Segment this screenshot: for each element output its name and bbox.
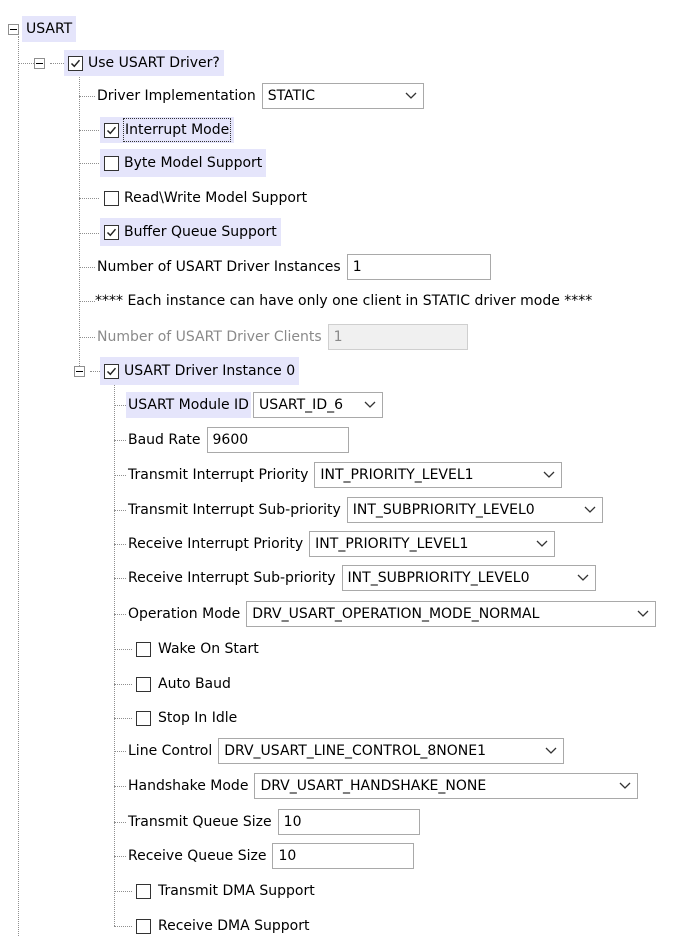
chevron-down-icon [405, 92, 417, 99]
chevron-down-icon [543, 471, 555, 478]
driver-implementation-select[interactable]: STATIC [261, 83, 424, 109]
collapse-use-driver-toggle[interactable] [34, 58, 45, 69]
checkmark-icon [106, 228, 117, 236]
rx-int-subpriority-label: Receive Interrupt Sub-priority [128, 570, 336, 586]
module-id-row: USART Module ID USART_ID_6 [126, 392, 383, 418]
baud-rate-row: Baud Rate 9600 [126, 427, 349, 453]
instance0-label: USART Driver Instance 0 [124, 363, 296, 379]
chevron-down-icon [619, 782, 631, 789]
operation-mode-row: Operation Mode DRV_USART_OPERATION_MODE_… [126, 601, 657, 627]
tree-node-instance0[interactable]: USART Driver Instance 0 [100, 357, 300, 385]
handshake-mode-select[interactable]: DRV_USART_HANDSHAKE_NONE [254, 773, 639, 799]
rx-queue-size-row: Receive Queue Size 10 [126, 843, 415, 869]
tree-node-interrupt-mode[interactable]: Interrupt Mode [100, 117, 235, 143]
checkmark-icon [106, 126, 117, 134]
line-control-row: Line Control DRV_USART_LINE_CONTROL_8NON… [126, 738, 565, 764]
tree-node-readwrite-model[interactable]: Read\Write Model Support [100, 185, 311, 211]
checkmark-icon [70, 59, 81, 67]
num-instances-label: Number of USART Driver Instances [97, 259, 341, 275]
rx-int-priority-row: Receive Interrupt Priority INT_PRIORITY_… [126, 531, 556, 557]
chevron-down-icon [637, 610, 649, 617]
chevron-down-icon [536, 540, 548, 547]
operation-mode-select[interactable]: DRV_USART_OPERATION_MODE_NORMAL [246, 601, 657, 627]
instance0-checkbox[interactable] [104, 363, 119, 379]
num-instances-input[interactable]: 1 [346, 254, 491, 280]
static-mode-note: **** Each instance can have only one cli… [95, 293, 593, 309]
driver-implementation-row: Driver Implementation STATIC [95, 83, 424, 109]
tree-node-buffer-queue[interactable]: Buffer Queue Support [100, 218, 281, 246]
tree-node-usart[interactable]: USART [22, 16, 77, 42]
tx-int-subpriority-label: Transmit Interrupt Sub-priority [128, 502, 341, 518]
handshake-mode-label: Handshake Mode [128, 778, 249, 794]
handshake-mode-row: Handshake Mode DRV_USART_HANDSHAKE_NONE [126, 773, 639, 799]
tree-node-tx-dma[interactable]: Transmit DMA Support [136, 878, 317, 904]
operation-mode-label: Operation Mode [128, 606, 241, 622]
rx-queue-size-input[interactable]: 10 [272, 843, 415, 869]
module-id-label: USART Module ID [126, 392, 251, 418]
rx-dma-checkbox[interactable] [136, 918, 151, 934]
rx-int-subpriority-select[interactable]: INT_SUBPRIORITY_LEVEL0 [341, 565, 596, 591]
stop-in-idle-label: Stop In Idle [158, 710, 238, 726]
readwrite-model-checkbox[interactable] [104, 190, 119, 206]
checkmark-icon [106, 367, 117, 375]
tree-node-rx-dma[interactable]: Receive DMA Support [136, 913, 312, 939]
num-clients-row: Number of USART Driver Clients 1 [95, 324, 468, 350]
driver-implementation-label: Driver Implementation [97, 88, 256, 104]
rx-int-subpriority-row: Receive Interrupt Sub-priority INT_SUBPR… [126, 565, 596, 591]
use-driver-label: Use USART Driver? [88, 55, 220, 71]
collapse-instance0-toggle[interactable] [74, 366, 85, 377]
num-clients-label: Number of USART Driver Clients [97, 329, 322, 345]
tree-node-auto-baud[interactable]: Auto Baud [136, 671, 233, 697]
tree-node-use-driver[interactable]: Use USART Driver? [64, 50, 224, 76]
wake-on-start-checkbox[interactable] [136, 641, 151, 657]
tx-queue-size-label: Transmit Queue Size [128, 814, 272, 830]
auto-baud-label: Auto Baud [158, 676, 231, 692]
chevron-down-icon [584, 506, 596, 513]
chevron-down-icon [364, 401, 376, 408]
tx-int-priority-select[interactable]: INT_PRIORITY_LEVEL1 [314, 462, 563, 488]
stop-in-idle-checkbox[interactable] [136, 710, 151, 726]
rx-int-priority-select[interactable]: INT_PRIORITY_LEVEL1 [309, 531, 556, 557]
rx-queue-size-label: Receive Queue Size [128, 848, 267, 864]
byte-model-checkbox[interactable] [104, 155, 119, 171]
rx-int-priority-label: Receive Interrupt Priority [128, 536, 304, 552]
chevron-down-icon [577, 574, 589, 581]
buffer-queue-checkbox[interactable] [104, 224, 119, 240]
tx-queue-size-input[interactable]: 10 [277, 809, 420, 835]
tx-int-priority-label: Transmit Interrupt Priority [128, 467, 309, 483]
num-clients-input: 1 [327, 324, 468, 350]
use-driver-checkbox[interactable] [68, 55, 83, 71]
wake-on-start-label: Wake On Start [158, 641, 259, 657]
tree-node-wake-on-start[interactable]: Wake On Start [136, 636, 261, 662]
tree-node-byte-model[interactable]: Byte Model Support [100, 149, 267, 177]
chevron-down-icon [545, 747, 557, 754]
interrupt-mode-label: Interrupt Mode [122, 118, 232, 142]
rx-dma-label: Receive DMA Support [158, 918, 310, 934]
tx-int-subpriority-row: Transmit Interrupt Sub-priority INT_SUBP… [126, 497, 603, 523]
line-control-label: Line Control [128, 743, 213, 759]
auto-baud-checkbox[interactable] [136, 676, 151, 692]
num-instances-row: Number of USART Driver Instances 1 [95, 254, 491, 280]
baud-rate-label: Baud Rate [128, 432, 201, 448]
byte-model-label: Byte Model Support [124, 155, 263, 171]
baud-rate-input[interactable]: 9600 [206, 427, 349, 453]
interrupt-mode-checkbox[interactable] [104, 122, 119, 138]
buffer-queue-label: Buffer Queue Support [124, 224, 277, 240]
tx-dma-label: Transmit DMA Support [158, 883, 315, 899]
tx-queue-size-row: Transmit Queue Size 10 [126, 809, 420, 835]
collapse-usart-toggle[interactable] [8, 24, 19, 35]
module-id-select[interactable]: USART_ID_6 [252, 392, 383, 418]
usart-root-label: USART [22, 16, 77, 42]
tree-node-stop-in-idle[interactable]: Stop In Idle [136, 705, 239, 731]
readwrite-model-label: Read\Write Model Support [124, 190, 308, 206]
tx-int-subpriority-select[interactable]: INT_SUBPRIORITY_LEVEL0 [346, 497, 603, 523]
tx-dma-checkbox[interactable] [136, 883, 151, 899]
line-control-select[interactable]: DRV_USART_LINE_CONTROL_8NONE1 [218, 738, 565, 764]
tx-int-priority-row: Transmit Interrupt Priority INT_PRIORITY… [126, 462, 563, 488]
